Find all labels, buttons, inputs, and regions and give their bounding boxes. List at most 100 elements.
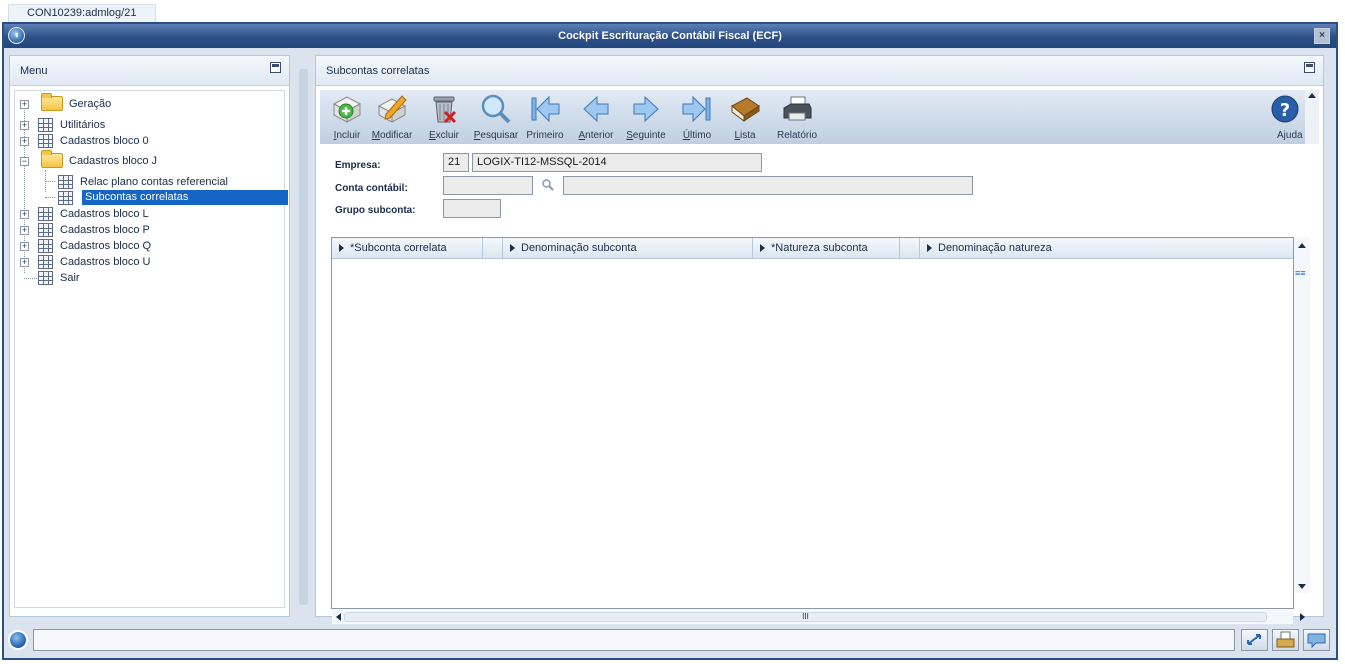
status-message-field [33,629,1235,651]
search-icon [481,94,511,124]
conta-contabil-field[interactable] [443,176,533,195]
first-icon [531,95,560,123]
grid-header: *Subconta correlata Denominação subconta… [332,238,1293,259]
expand-icon[interactable]: + [20,121,29,130]
toolbar-scrollbar[interactable] [1305,90,1319,144]
subcontas-grid: *Subconta correlata Denominação subconta… [331,237,1310,625]
expand-icon[interactable]: + [20,242,29,251]
menu-item-sair[interactable]: Sair [20,270,280,286]
menu-item-utilitarios[interactable]: + Utilitários [20,117,280,133]
menu-item-subcontas-correlatas[interactable]: Subcontas correlatas [20,190,288,206]
menu-item-cadastros-bloco-p[interactable]: + Cadastros bloco P [20,222,280,238]
panel-splitter[interactable] [299,69,308,605]
menu-item-cadastros-bloco-u[interactable]: + Cadastros bloco U [20,254,280,270]
scroll-down-icon[interactable] [1298,584,1306,589]
lista-button[interactable]: Lista [720,92,770,142]
printer-icon [783,96,812,121]
grid-icon [38,118,53,132]
ajuda-button[interactable]: ? Ajuda [1265,92,1305,142]
trash-icon [433,96,457,124]
svg-text:?: ? [1280,100,1290,121]
window-title-bar: ◖ Cockpit Escrituração Contábil Fiscal (… [4,24,1336,48]
menu-item-cadastros-bloco-0[interactable]: + Cadastros bloco 0 [20,133,280,149]
print-icon [1276,631,1295,648]
grid-icon [58,175,73,189]
grid-horizontal-scrollbar[interactable]: III [332,609,1305,625]
lookup-search-icon[interactable] [542,179,554,191]
column-header-natureza-subconta[interactable]: *Natureza subconta [753,238,900,258]
grid-icon [38,255,53,269]
menu-item-cadastros-bloco-j[interactable]: − Cadastros bloco J [20,150,280,169]
resize-button[interactable] [1241,629,1268,651]
modificar-button[interactable]: Modificar [367,92,417,142]
empresa-code-field[interactable]: 21 [443,153,469,172]
expand-icon[interactable]: + [20,258,29,267]
scroll-thumb[interactable]: III [344,612,1267,622]
add-icon [332,96,362,123]
chat-button[interactable] [1303,629,1330,651]
menu-tree: + Geração + Utilitários + Cadastros bloc… [14,90,288,608]
expand-icon[interactable]: + [20,226,29,235]
menu-item-cadastros-bloco-q[interactable]: + Cadastros bloco Q [20,238,280,254]
column-header-spacer [483,238,503,258]
previous-icon [583,95,609,123]
column-header-denominacao-natureza[interactable]: Denominação natureza [920,238,1295,258]
edit-icon [377,95,407,123]
grid-icon [38,134,53,148]
column-header-denominacao-subconta[interactable]: Denominação subconta [503,238,753,258]
menu-panel-header: Menu [10,56,289,86]
menu-item-cadastros-bloco-l[interactable]: + Cadastros bloco L [20,206,280,222]
scroll-right-icon[interactable] [1300,613,1305,621]
tab-strip: CON10239:admlog/21 [0,0,1345,22]
scroll-up-icon[interactable] [1298,243,1306,248]
expand-icon[interactable]: + [20,100,29,109]
grid-icon [38,271,53,285]
column-header-spacer [900,238,920,258]
menu-item-geracao[interactable]: + Geração [20,93,280,112]
menu-panel: Menu + Geração + Utilitários + Cadastros… [9,55,290,617]
grid-vertical-scrollbar[interactable]: ≡≡ [1294,238,1310,593]
minimize-icon[interactable] [1304,62,1315,73]
grupo-subconta-field[interactable] [443,199,501,218]
empresa-name-field[interactable]: LOGIX-TI12-MSSQL-2014 [472,153,762,172]
help-icon: ? [1271,95,1299,123]
totvs-logo-icon: ◖ [8,27,25,44]
grupo-subconta-label: Grupo subconta: [335,205,416,216]
anterior-button[interactable]: Anterior [571,92,621,142]
content-panel-header: Subcontas correlatas [316,56,1323,86]
tab-con10239[interactable]: CON10239:admlog/21 [8,4,156,22]
grid-icon [38,207,53,221]
excluir-button[interactable]: Excluir [419,92,469,142]
minimize-icon[interactable] [270,62,281,73]
toolbar: Incluir Modificar Excluir Pesquisar Prim… [320,90,1305,144]
relatorio-button[interactable]: Relatório [772,92,822,142]
next-icon [633,95,659,123]
expand-icon[interactable]: + [20,137,29,146]
scroll-left-icon[interactable] [336,613,341,621]
close-icon[interactable]: × [1314,28,1330,44]
conta-contabil-label: Conta contábil: [335,183,408,194]
grid-icon [58,191,73,205]
empresa-label: Empresa: [335,160,381,171]
seguinte-button[interactable]: Seguinte [621,92,671,142]
grid-icon [38,239,53,253]
grid-icon [38,223,53,237]
scroll-up-icon[interactable] [1308,93,1316,98]
main-window: ◖ Cockpit Escrituração Contábil Fiscal (… [2,22,1338,660]
last-icon [682,95,711,123]
columns-menu-icon[interactable]: ≡≡ [1295,268,1309,278]
conta-contabil-desc-field[interactable] [563,176,973,195]
menu-item-relac-plano-contas[interactable]: Relac plano contas referencial [20,174,280,190]
column-header-subconta-correlata[interactable]: *Subconta correlata [332,238,483,258]
primeiro-button[interactable]: Primeiro [520,92,570,142]
collapse-icon[interactable]: − [20,157,29,166]
expand-icon[interactable]: + [20,210,29,219]
window-title: Cockpit Escrituração Contábil Fiscal (EC… [558,30,782,42]
totvs-status-icon[interactable] [8,630,28,650]
resize-icon [1247,634,1261,645]
print-screen-button[interactable] [1272,629,1299,651]
folder-open-icon [41,150,63,168]
content-panel-title: Subcontas correlatas [326,65,430,77]
menu-panel-title: Menu [20,65,48,77]
folder-icon [41,93,63,111]
